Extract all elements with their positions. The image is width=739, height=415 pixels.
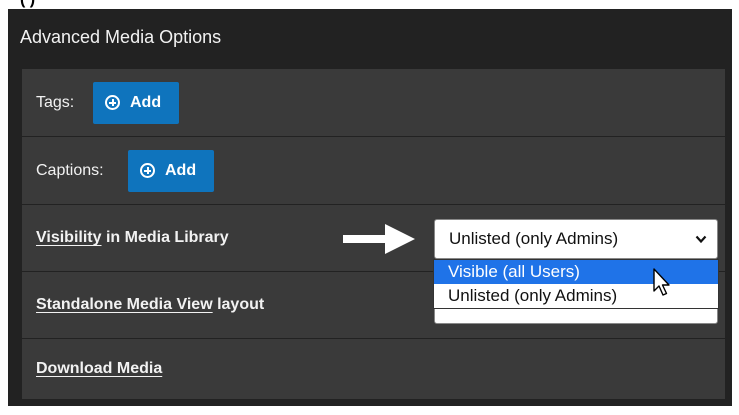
standalone-help-link[interactable]: Standalone Media View — [36, 296, 213, 313]
download-row: Download Media — [22, 339, 725, 399]
right-arrow-icon — [343, 224, 415, 254]
clipped-top-text: ( ) — [20, 0, 35, 9]
advanced-media-options-panel: Advanced Media Options Tags: Add Caption… — [8, 9, 732, 406]
add-caption-button-label: Add — [165, 161, 197, 179]
captions-label: Captions: — [36, 161, 104, 179]
tags-row: Tags: Add — [22, 69, 725, 136]
visibility-help-link[interactable]: Visibility — [36, 229, 102, 246]
visibility-select[interactable]: Unlisted (only Admins) — [434, 219, 718, 259]
add-caption-button[interactable]: Add — [128, 149, 214, 192]
standalone-label: Standalone Media View layout — [36, 296, 264, 314]
captions-row: Captions: Add — [22, 137, 725, 204]
plus-circle-icon — [140, 163, 155, 178]
visibility-label-rest: in Media Library — [101, 229, 229, 246]
add-tag-button[interactable]: Add — [93, 81, 179, 124]
chevron-down-icon — [695, 235, 707, 244]
visibility-options-list: Visible (all Users) Unlisted (only Admin… — [433, 259, 719, 309]
option-visible-all-users[interactable]: Visible (all Users) — [434, 260, 718, 284]
tags-label: Tags: — [36, 93, 75, 111]
plus-circle-icon — [105, 95, 120, 110]
standalone-label-rest: layout — [212, 296, 265, 313]
mouse-pointer-icon — [653, 268, 670, 296]
option-unlisted-only-admins[interactable]: Unlisted (only Admins) — [434, 284, 718, 308]
panel-title: Advanced Media Options — [20, 27, 222, 47]
visibility-label: Visibility in Media Library — [36, 229, 229, 247]
visibility-select-value: Unlisted (only Admins) — [449, 229, 619, 248]
download-media-link[interactable]: Download Media — [36, 360, 162, 378]
add-tag-button-label: Add — [130, 93, 162, 111]
